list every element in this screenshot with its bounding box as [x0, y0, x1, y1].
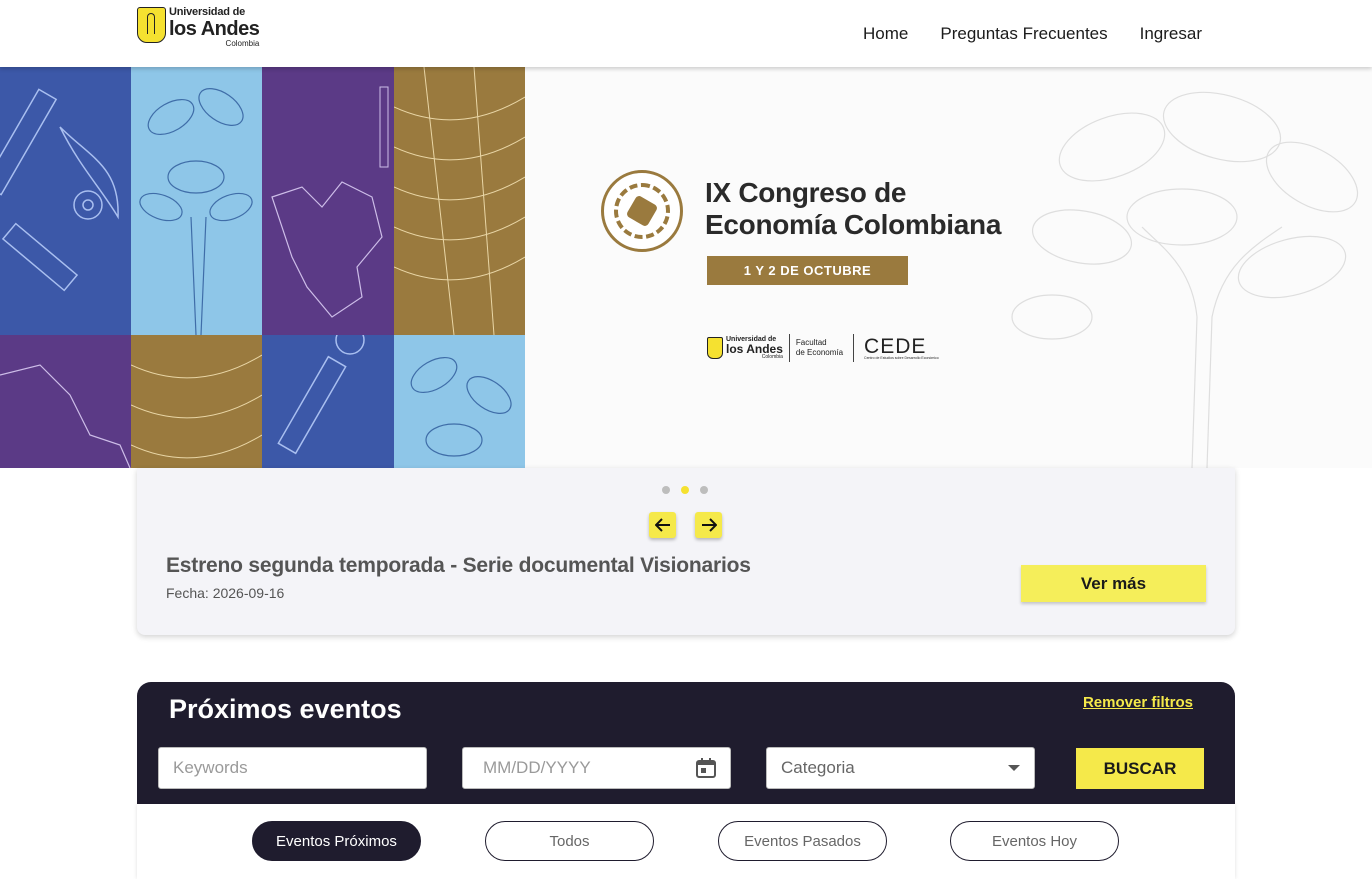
partner-logos: Universidad de los Andes Colombia Facult…: [707, 332, 939, 364]
main-nav: Home Preguntas Frecuentes Ingresar: [863, 0, 1202, 67]
carousel-dot-2[interactable]: [681, 486, 689, 494]
keywords-input[interactable]: [158, 747, 427, 789]
category-placeholder: Categoria: [781, 758, 855, 777]
pattern-tile: [262, 335, 394, 468]
ver-mas-button[interactable]: Ver más: [1021, 565, 1206, 602]
pattern-tile: [394, 335, 525, 468]
calendar-icon[interactable]: [696, 758, 716, 778]
carousel-event-date: Fecha: 2026-09-16: [166, 585, 285, 601]
arrow-left-icon: [654, 518, 670, 532]
logo-line2: los Andes: [169, 18, 260, 40]
carousel-dots: [662, 486, 708, 494]
pattern-tile: [262, 67, 394, 335]
congress-title: IX Congreso de Economía Colombiana: [705, 177, 1002, 240]
carousel-dot-3[interactable]: [700, 486, 708, 494]
tab-all[interactable]: Todos: [485, 821, 654, 861]
hero-banner[interactable]: IX Congreso de Economía Colombiana 1 Y 2…: [0, 67, 1372, 468]
date-placeholder: MM/DD/YYYY: [483, 758, 591, 777]
remove-filters-link[interactable]: Remover filtros: [1083, 694, 1193, 711]
congress-date: 1 Y 2 DE OCTUBRE: [707, 256, 908, 285]
date-input[interactable]: MM/DD/YYYY: [462, 747, 731, 789]
nav-home[interactable]: Home: [863, 24, 908, 44]
top-header: Universidad de los Andes Colombia Home P…: [0, 0, 1372, 67]
logo-shield-icon: [137, 7, 166, 43]
arrow-right-icon: [701, 518, 717, 532]
congress-seal-icon: [601, 170, 683, 252]
events-title: Próximos eventos: [169, 694, 402, 724]
carousel-dot-1[interactable]: [662, 486, 670, 494]
pattern-tile: [0, 67, 131, 335]
pattern-tile: [0, 335, 131, 468]
category-select[interactable]: Categoria: [766, 747, 1035, 789]
logo-line1: Universidad de: [169, 6, 246, 18]
event-filter-tabs: Eventos Próximos Todos Eventos Pasados E…: [137, 804, 1235, 879]
pattern-tile: [131, 67, 262, 335]
carousel-next-button[interactable]: [695, 512, 722, 538]
tab-today-events[interactable]: Eventos Hoy: [950, 821, 1119, 861]
pattern-tile: [394, 67, 525, 335]
pattern-tile: [131, 335, 262, 468]
search-button[interactable]: BUSCAR: [1076, 748, 1204, 789]
tree-illustration-icon: [1011, 91, 1359, 468]
logo-line3: Colombia: [225, 39, 260, 48]
carousel-card: Estreno segunda temporada - Serie docume…: [137, 468, 1235, 635]
nav-login[interactable]: Ingresar: [1140, 24, 1202, 44]
uniandes-logo[interactable]: Universidad de los Andes Colombia: [137, 6, 260, 51]
chevron-down-icon: [1008, 765, 1020, 771]
events-panel: Próximos eventos Remover filtros MM/DD/Y…: [137, 682, 1235, 804]
carousel-event-title: Estreno segunda temporada - Serie docume…: [166, 554, 751, 577]
tab-upcoming-events[interactable]: Eventos Próximos: [252, 821, 421, 861]
nav-faq[interactable]: Preguntas Frecuentes: [940, 24, 1107, 44]
tab-past-events[interactable]: Eventos Pasados: [718, 821, 887, 861]
carousel-prev-button[interactable]: [649, 512, 676, 538]
partner-shield-icon: [707, 337, 723, 359]
